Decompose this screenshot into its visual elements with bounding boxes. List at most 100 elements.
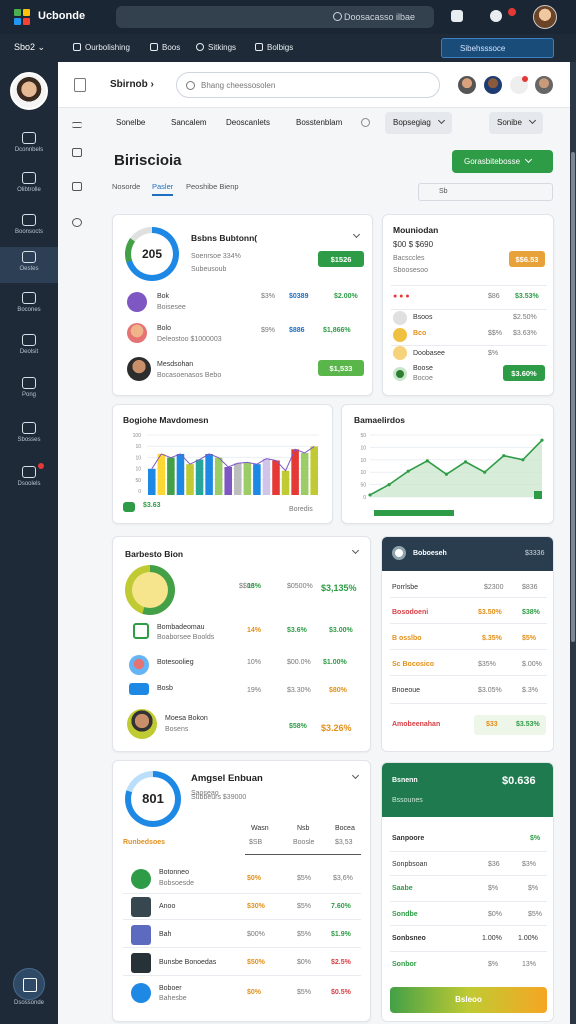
bar bbox=[214, 457, 223, 495]
top-bar: Ucbonde Doosacasso ilbae bbox=[0, 0, 576, 34]
sidebar-item-4[interactable]: Bocones bbox=[0, 288, 58, 324]
chevron-down-icon[interactable] bbox=[351, 546, 360, 555]
collaborator-avatar[interactable] bbox=[535, 76, 553, 94]
status-pill: $3.60% bbox=[503, 365, 545, 381]
sidebar-item-5[interactable]: Deolsit bbox=[0, 330, 58, 366]
plane-icon bbox=[131, 953, 151, 973]
calendar-icon[interactable] bbox=[451, 10, 463, 22]
card-title: Barbesto Bion bbox=[125, 549, 184, 559]
chevron-down-icon[interactable] bbox=[351, 771, 360, 780]
data-point bbox=[444, 472, 449, 476]
sidebar-badge bbox=[38, 463, 44, 469]
notification-icon[interactable] bbox=[490, 10, 502, 22]
avatar bbox=[127, 709, 157, 739]
image-icon[interactable] bbox=[72, 182, 82, 191]
chevron-down-icon[interactable] bbox=[352, 230, 361, 239]
detail-card: Mouniodan $00 $ $690 Bacsccles Sboosesoo… bbox=[382, 214, 554, 396]
breakdown-card: Barbesto Bion $$06 $0500% 13% $3,135% Bo… bbox=[112, 536, 371, 752]
bar bbox=[262, 458, 271, 495]
workspace-selector[interactable]: Sbo2 ⌄ bbox=[14, 42, 45, 53]
collaborator-avatar[interactable] bbox=[458, 76, 476, 94]
subnav-search-input[interactable]: Sibehsssoce bbox=[441, 38, 554, 58]
bar-chart-card: Bogiohe Mavdomesn 100 10 10 10 50 0 $3.63 Bor… bbox=[112, 404, 333, 524]
tab-2[interactable]: Peoshibe Bienp bbox=[186, 182, 239, 191]
toolbar-button-2[interactable]: Sancalem bbox=[163, 112, 215, 134]
sidebar-bottom-button[interactable] bbox=[13, 968, 45, 1000]
chevron-down-icon bbox=[528, 116, 536, 125]
toolbar-button-1[interactable]: Sonelbe bbox=[108, 112, 153, 134]
sidebar-item-3[interactable]: Oestes bbox=[0, 247, 58, 283]
bar bbox=[148, 468, 156, 495]
legend-swatch bbox=[123, 502, 135, 512]
image-icon bbox=[150, 43, 158, 51]
toolbar-select[interactable]: Sonibe bbox=[489, 112, 543, 134]
confirm-button[interactable]: Bsleoo bbox=[390, 987, 547, 1013]
data-point bbox=[540, 438, 544, 442]
tab-0[interactable]: Nosorde bbox=[112, 182, 140, 191]
card-header bbox=[382, 763, 553, 817]
global-search-input[interactable]: Doosacasso ilbae bbox=[116, 6, 434, 28]
header-search-input[interactable]: Bhang cheessosolen bbox=[176, 72, 440, 98]
avatar bbox=[127, 292, 147, 312]
menu-icon[interactable] bbox=[72, 122, 82, 128]
toolbar-dropdown[interactable]: Bopsegiag bbox=[385, 112, 452, 134]
y-tick-label: 10 bbox=[360, 470, 366, 476]
progress-ring: 205 bbox=[125, 227, 179, 281]
progress-ring: 801 bbox=[125, 771, 181, 827]
sidebar-bottom-label: Dsossonde bbox=[13, 1000, 45, 1006]
allocation-card: 801 Amgsel Enbuan Saoseao Subbeurs $3900… bbox=[112, 760, 371, 1022]
y-tick-label: 10 bbox=[135, 467, 141, 473]
sidebar-item-2[interactable]: Boonsocts bbox=[0, 210, 58, 246]
subnav-item-0[interactable]: Ourbolishing bbox=[73, 43, 130, 52]
collaborator-avatar[interactable] bbox=[484, 76, 502, 94]
subnav-item-3[interactable]: Bolbigs bbox=[255, 43, 293, 52]
bar bbox=[272, 460, 280, 495]
breadcrumb[interactable]: Sbirnob › bbox=[110, 79, 154, 90]
sidebar-item-0[interactable]: Dconnbels bbox=[0, 128, 58, 164]
folder-icon bbox=[22, 214, 36, 226]
app-name: Ucbonde bbox=[38, 10, 86, 22]
sidebar-item-6[interactable]: Pong bbox=[0, 373, 58, 409]
clock-icon[interactable] bbox=[72, 218, 82, 227]
subnav-item-2[interactable]: Sitkings bbox=[196, 43, 236, 52]
tool-rail bbox=[58, 108, 98, 1024]
sidebar-item-1[interactable]: Olibtrolle bbox=[0, 168, 58, 204]
sidebar-item-7[interactable]: Sbosses bbox=[0, 418, 58, 454]
scrollbar[interactable] bbox=[570, 62, 576, 1024]
bar bbox=[186, 464, 194, 495]
clock-icon bbox=[22, 377, 36, 389]
document-icon bbox=[74, 78, 86, 92]
chat-icon bbox=[73, 43, 81, 51]
y-tick-label: 0 bbox=[138, 489, 141, 495]
y-tick-label: 10 bbox=[135, 444, 141, 450]
toolbar-button-4[interactable]: Bosstenblam bbox=[288, 112, 350, 134]
subnav-item-1[interactable]: Boos bbox=[150, 43, 180, 52]
line-chart: 50 10 10 10 50 0 bbox=[360, 433, 544, 516]
data-point bbox=[463, 460, 468, 464]
bookmark-icon[interactable] bbox=[72, 148, 82, 157]
profile-avatar[interactable] bbox=[10, 72, 48, 110]
gear-icon bbox=[196, 43, 204, 51]
sidebar-item-8[interactable]: Dsoolels bbox=[0, 462, 58, 498]
toolbar: Sonelbe Sancalem Deoscanlets Bosstenblam… bbox=[108, 112, 558, 136]
filter-input[interactable]: Sb bbox=[418, 183, 553, 201]
inbox-icon bbox=[22, 466, 36, 478]
avatar bbox=[131, 869, 151, 889]
toolbar-button-3[interactable]: Deoscanlets bbox=[218, 112, 278, 134]
tab-1[interactable]: Pasler bbox=[152, 182, 174, 196]
home-icon bbox=[22, 132, 36, 144]
primary-action-button[interactable]: Gorasbitebosse bbox=[452, 150, 553, 173]
notification-badge bbox=[508, 8, 516, 16]
user-avatar[interactable] bbox=[533, 5, 557, 29]
scrollbar-thumb[interactable] bbox=[571, 152, 575, 642]
y-tick-label: 0 bbox=[363, 495, 366, 501]
bar bbox=[253, 464, 261, 495]
image-icon bbox=[255, 43, 263, 51]
info-icon[interactable] bbox=[361, 118, 370, 127]
data-point bbox=[387, 483, 391, 487]
search-icon bbox=[333, 12, 342, 21]
y-tick-label: 100 bbox=[133, 433, 142, 439]
coin-icon bbox=[393, 328, 407, 342]
y-tick-label: 10 bbox=[360, 458, 366, 464]
y-tick-label: 10 bbox=[135, 455, 141, 461]
